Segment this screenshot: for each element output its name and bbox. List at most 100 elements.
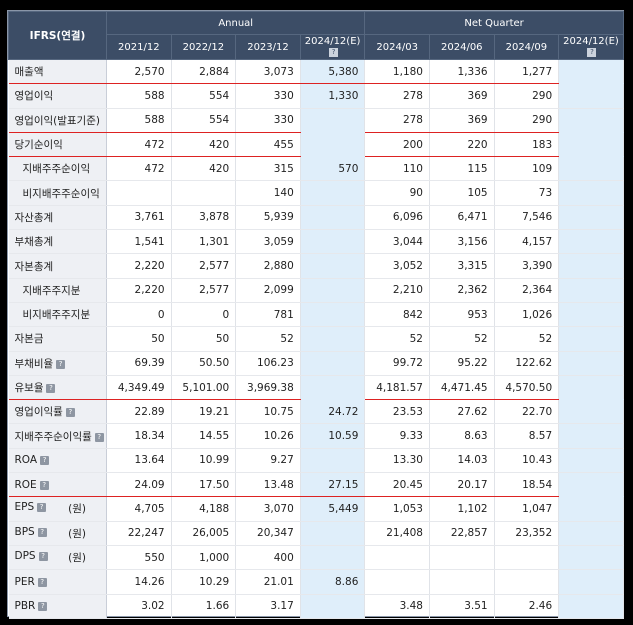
value-cell: 50.50	[171, 351, 237, 376]
value-cell	[300, 521, 366, 546]
value-cell: 22,247	[106, 521, 172, 546]
value-cell: 4,570.50	[494, 375, 560, 401]
row-label: 지배주주지분	[8, 278, 107, 303]
period-header: 2023/12	[235, 34, 301, 60]
table-corner-header: IFRS(연결)	[8, 11, 107, 60]
value-cell: 8.63	[429, 423, 495, 449]
value-cell: 7,546	[494, 205, 560, 231]
table-row: 비지배주주지분 0 0 781 842 953 1,026	[8, 302, 624, 328]
value-cell: 14.03	[429, 448, 495, 474]
row-label: 당기순이익	[8, 132, 107, 158]
row-label: 유보율?	[8, 375, 107, 401]
value-cell	[494, 545, 560, 571]
value-cell: 52	[364, 326, 430, 352]
help-icon[interactable]: ?	[46, 384, 56, 393]
table-row: PER? 14.26 10.29 21.01 8.86	[8, 569, 624, 595]
value-cell: 278	[364, 108, 430, 133]
row-label: 부채총계	[8, 229, 107, 255]
value-cell	[300, 375, 366, 401]
value-cell: 3.02	[106, 594, 172, 619]
value-cell	[171, 180, 237, 206]
value-cell: 22.70	[494, 399, 560, 425]
value-cell: 3.17	[235, 594, 301, 619]
value-cell	[558, 496, 624, 522]
value-cell: 17.50	[171, 472, 237, 498]
value-cell: 1,541	[106, 229, 172, 255]
value-cell	[300, 253, 366, 279]
value-cell: 315	[235, 156, 301, 182]
value-cell	[558, 180, 624, 206]
help-icon[interactable]: ?	[39, 480, 49, 490]
value-cell: 420	[171, 156, 237, 182]
value-cell: 3,390	[494, 253, 560, 279]
help-icon[interactable]: ?	[38, 602, 48, 612]
value-cell: 588	[106, 108, 172, 133]
value-cell	[558, 423, 624, 449]
help-icon[interactable]: ?	[37, 527, 47, 537]
value-cell	[558, 132, 624, 158]
table-row: ROA? 13.64 10.99 9.27 13.30 14.03 10.43	[8, 448, 624, 474]
table-row: 비지배주주순이익 140 90 105 73	[8, 180, 624, 206]
value-cell	[558, 375, 624, 401]
row-unit: (원)	[68, 503, 86, 516]
value-cell: 2,884	[171, 59, 237, 85]
value-cell: 1.66	[171, 594, 237, 619]
value-cell: 781	[235, 302, 301, 328]
value-cell: 9.33	[364, 423, 430, 449]
row-label: 영업이익(발표기준)	[8, 108, 107, 133]
value-cell: 8.86	[300, 569, 366, 595]
value-cell	[364, 545, 430, 571]
value-cell: 3.51	[429, 594, 495, 619]
value-cell: 1,053	[364, 496, 430, 522]
estimate-help-icon[interactable]: ?	[587, 48, 597, 57]
value-cell: 90	[364, 180, 430, 206]
value-cell	[300, 205, 366, 231]
value-cell: 2.46	[494, 594, 560, 619]
table-row: PBR? 3.02 1.66 3.17 3.48 3.51 2.46	[8, 594, 624, 619]
value-cell: 20,347	[235, 521, 301, 546]
value-cell	[300, 594, 366, 619]
value-cell: 106.23	[235, 351, 301, 376]
value-cell: 50	[106, 326, 172, 352]
value-cell: 22,857	[429, 521, 495, 546]
row-label: 지배주주순이익	[8, 156, 107, 182]
table-row: 영업이익 588 554 330 1,330 278 369 290	[8, 83, 624, 109]
value-cell: 3,156	[429, 229, 495, 255]
value-cell: 21,408	[364, 521, 430, 546]
help-icon[interactable]: ?	[38, 552, 48, 562]
financial-summary-panel: IFRS(연결) Annual Net Quarter 2021/12 2022/…	[7, 10, 624, 619]
value-cell: 1,277	[494, 59, 560, 85]
value-cell: 3,044	[364, 229, 430, 255]
value-cell: 27.15	[300, 472, 366, 498]
value-cell: 99.72	[364, 351, 430, 376]
value-cell: 842	[364, 302, 430, 328]
value-cell: 3,073	[235, 59, 301, 85]
help-icon[interactable]: ?	[94, 432, 104, 442]
value-cell: 105	[429, 180, 495, 206]
help-icon[interactable]: ?	[37, 503, 47, 513]
row-label: ROA?	[8, 448, 107, 474]
table-row: 부채비율? 69.39 50.50 106.23 99.72 95.22 122.62	[8, 351, 624, 376]
help-icon[interactable]: ?	[40, 456, 50, 466]
row-unit: (원)	[68, 552, 86, 565]
value-cell: 2,220	[106, 278, 172, 303]
value-cell: 1,047	[494, 496, 560, 522]
help-icon[interactable]: ?	[65, 408, 75, 418]
value-cell	[300, 302, 366, 328]
value-cell: 14.26	[106, 569, 172, 595]
row-unit: (원)	[68, 527, 86, 540]
estimate-help-icon[interactable]: ?	[329, 48, 339, 57]
value-cell: 369	[429, 108, 495, 133]
help-icon[interactable]: ?	[37, 577, 47, 587]
value-cell	[558, 229, 624, 255]
value-cell	[300, 278, 366, 303]
value-cell	[558, 108, 624, 133]
help-icon[interactable]: ?	[56, 359, 66, 369]
value-cell	[558, 399, 624, 425]
value-cell: 550	[106, 545, 172, 571]
value-cell: 220	[429, 132, 495, 158]
value-cell: 5,101.00	[171, 375, 237, 401]
value-cell: 140	[235, 180, 301, 206]
table-row: 매출액 2,570 2,884 3,073 5,380 1,180 1,336 1,277	[8, 59, 624, 85]
value-cell: 1,026	[494, 302, 560, 328]
